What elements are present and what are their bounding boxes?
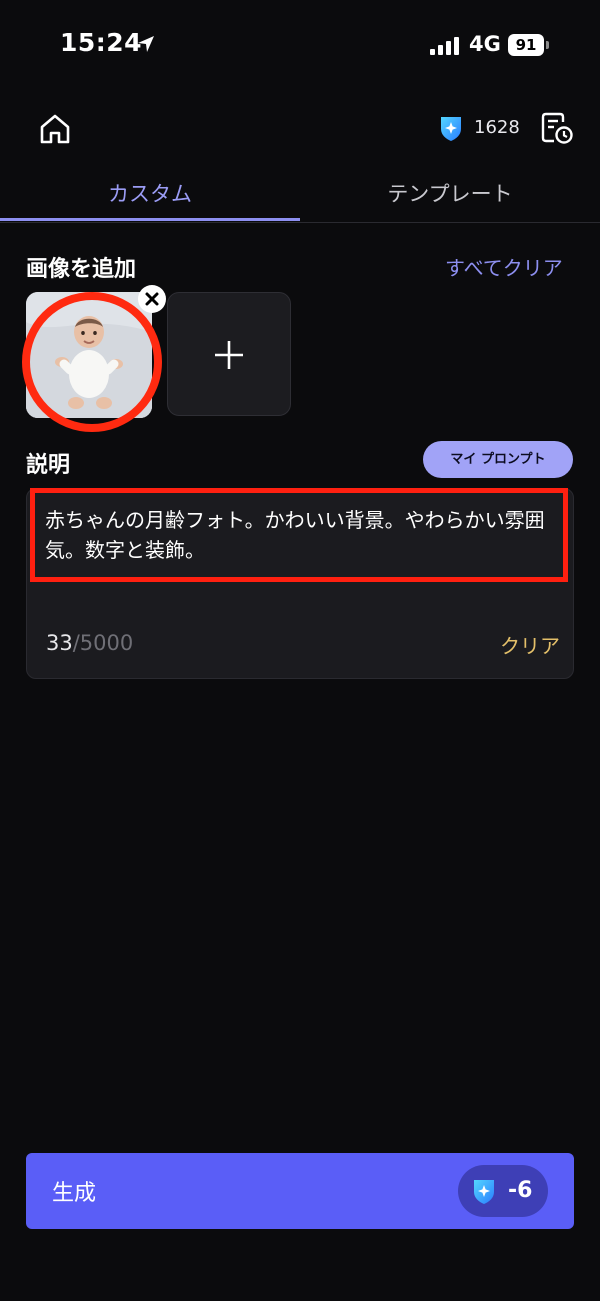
clear-all-button[interactable]: すべてクリア — [445, 252, 563, 281]
highlight-circle — [22, 292, 162, 432]
generate-label: 生成 — [52, 1181, 97, 1206]
status-bar: 15:24 4G 91 — [0, 0, 600, 90]
character-count: 33/5000 — [46, 631, 133, 655]
tab-template[interactable]: テンプレート — [300, 170, 600, 220]
signal-icon — [430, 37, 459, 55]
cost-badge: -6 — [458, 1165, 548, 1217]
tab-custom[interactable]: カスタム — [0, 170, 300, 220]
status-time: 15:24 — [60, 28, 143, 57]
plus-icon — [215, 341, 243, 369]
remove-image-button[interactable] — [138, 285, 166, 313]
my-prompt-button[interactable]: マイ プロンプト — [423, 441, 573, 478]
cost-value: -6 — [508, 1178, 533, 1203]
credit-shield-icon — [441, 117, 461, 141]
tab-bar: カスタム テンプレート — [0, 170, 600, 223]
battery-icon: 91 — [508, 34, 544, 56]
close-icon — [145, 292, 159, 306]
active-tab-indicator — [0, 218, 300, 221]
credit-count: 1628 — [474, 117, 520, 138]
network-label: 4G — [469, 32, 501, 56]
clear-description-button[interactable]: クリア — [500, 630, 560, 659]
add-image-button[interactable] — [167, 292, 291, 416]
character-count-used: 33 — [46, 631, 73, 655]
home-icon[interactable] — [38, 112, 72, 146]
add-image-title: 画像を追加 — [26, 257, 137, 282]
location-arrow-icon — [138, 36, 154, 52]
highlight-box — [30, 488, 568, 582]
history-icon[interactable] — [540, 110, 574, 144]
generate-button[interactable]: 生成 -6 — [26, 1153, 574, 1229]
battery-cap — [546, 41, 549, 49]
description-title: 説明 — [26, 453, 71, 478]
character-count-max: /5000 — [72, 631, 134, 655]
credit-shield-icon — [474, 1180, 494, 1204]
